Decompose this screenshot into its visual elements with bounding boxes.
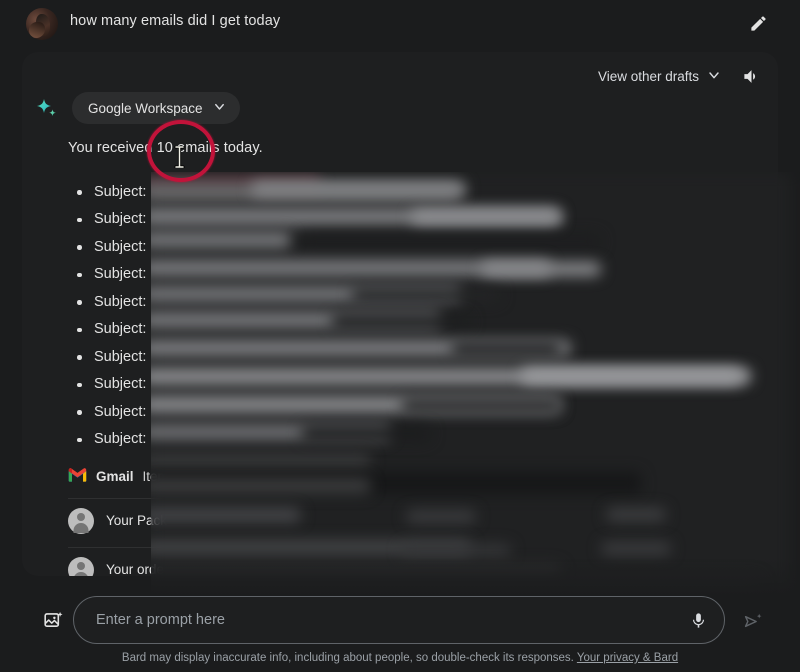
gmail-mail-rows: Your Pack Your orde xyxy=(68,498,758,576)
subject-bullet-item: Subject: xyxy=(68,233,768,261)
subject-bullet-item: Subject: xyxy=(68,288,768,316)
subject-label: Subject: xyxy=(94,431,147,448)
privacy-link[interactable]: Your privacy & Bard xyxy=(577,652,678,664)
gmail-extension-block: Gmail Item Your Pack Your orde xyxy=(68,464,758,576)
gmail-subtitle: Item xyxy=(142,468,169,484)
subject-bullet-item: Subject: xyxy=(68,261,768,289)
user-query-text: how many emails did I get today xyxy=(70,13,281,29)
subject-bullet-item: Subject: xyxy=(68,316,768,344)
redacted-subject-text xyxy=(154,351,768,363)
answer-text: You received 10 emails today. xyxy=(68,140,263,156)
user-query-row: how many emails did I get today xyxy=(0,0,800,48)
prompt-input-box[interactable] xyxy=(73,596,725,644)
subject-label: Subject: xyxy=(94,376,147,393)
bard-chat-screen: how many emails did I get today View oth… xyxy=(0,0,800,672)
subject-bullet-item: Subject: xyxy=(68,371,768,399)
redacted-subject-text xyxy=(154,186,768,198)
gmail-mail-row[interactable]: Your Pack xyxy=(68,498,758,542)
pencil-edit-icon[interactable] xyxy=(745,10,771,36)
gmail-row-subject: Your Pack xyxy=(106,513,168,528)
contact-avatar-icon xyxy=(68,556,94,576)
microphone-icon[interactable] xyxy=(678,600,718,640)
redacted-subject-text xyxy=(154,406,768,418)
volume-speaker-icon[interactable] xyxy=(738,63,764,89)
footer-disclaimer: Bard may display inaccurate info, includ… xyxy=(0,652,800,664)
chevron-down-icon xyxy=(212,99,227,117)
send-sparkle-icon[interactable] xyxy=(740,608,766,634)
subject-bullet-item: Subject: xyxy=(68,398,768,426)
subject-label: Subject: xyxy=(94,211,147,228)
redacted-subject-text xyxy=(154,213,768,225)
redacted-subject-text xyxy=(154,241,768,253)
subject-label: Subject: xyxy=(94,238,147,255)
google-workspace-extension-chip[interactable]: Google Workspace xyxy=(72,92,240,124)
subject-label: Subject: xyxy=(94,348,147,365)
subject-label: Subject: xyxy=(94,321,147,338)
redacted-subject-text xyxy=(154,296,768,308)
subject-bullet-list: Subject: Subject: Subject: Subject: Subject:… xyxy=(68,178,768,453)
user-avatar xyxy=(26,8,58,40)
add-image-icon[interactable] xyxy=(40,607,66,633)
gmail-mail-row[interactable]: Your orde xyxy=(68,547,758,576)
subject-label: Subject: xyxy=(94,183,147,200)
subject-bullet-item: Subject: xyxy=(68,343,768,371)
gmail-header: Gmail Item xyxy=(68,464,758,488)
subject-bullet-item: Subject: xyxy=(68,178,768,206)
gmail-name: Gmail xyxy=(96,468,134,484)
contact-avatar-icon xyxy=(68,507,94,534)
gmail-logo-icon xyxy=(68,467,87,485)
chevron-down-icon xyxy=(706,67,722,86)
subject-label: Subject: xyxy=(94,403,147,420)
redacted-subject-text xyxy=(154,323,768,335)
response-card: View other drafts Google Workspace You r… xyxy=(22,52,778,576)
bard-sparkle-icon xyxy=(34,96,60,122)
view-other-drafts-label: View other drafts xyxy=(597,68,699,84)
redaction-smear xyxy=(151,576,761,594)
prompt-input[interactable] xyxy=(74,597,678,643)
redacted-subject-text xyxy=(154,268,768,280)
disclaimer-text: Bard may display inaccurate info, includ… xyxy=(121,652,574,664)
google-workspace-chip-label: Google Workspace xyxy=(88,100,203,116)
subject-bullet-item: Subject: xyxy=(68,206,768,234)
view-other-drafts-button[interactable]: View other drafts xyxy=(598,67,722,86)
subject-bullet-item: Subject: xyxy=(68,426,768,454)
drafts-controls: View other drafts xyxy=(598,63,764,89)
subject-label: Subject: xyxy=(94,293,147,310)
gmail-row-subject: Your orde xyxy=(106,562,165,576)
redacted-subject-text xyxy=(154,433,768,445)
subject-label: Subject: xyxy=(94,266,147,283)
redacted-subject-text xyxy=(154,378,768,390)
